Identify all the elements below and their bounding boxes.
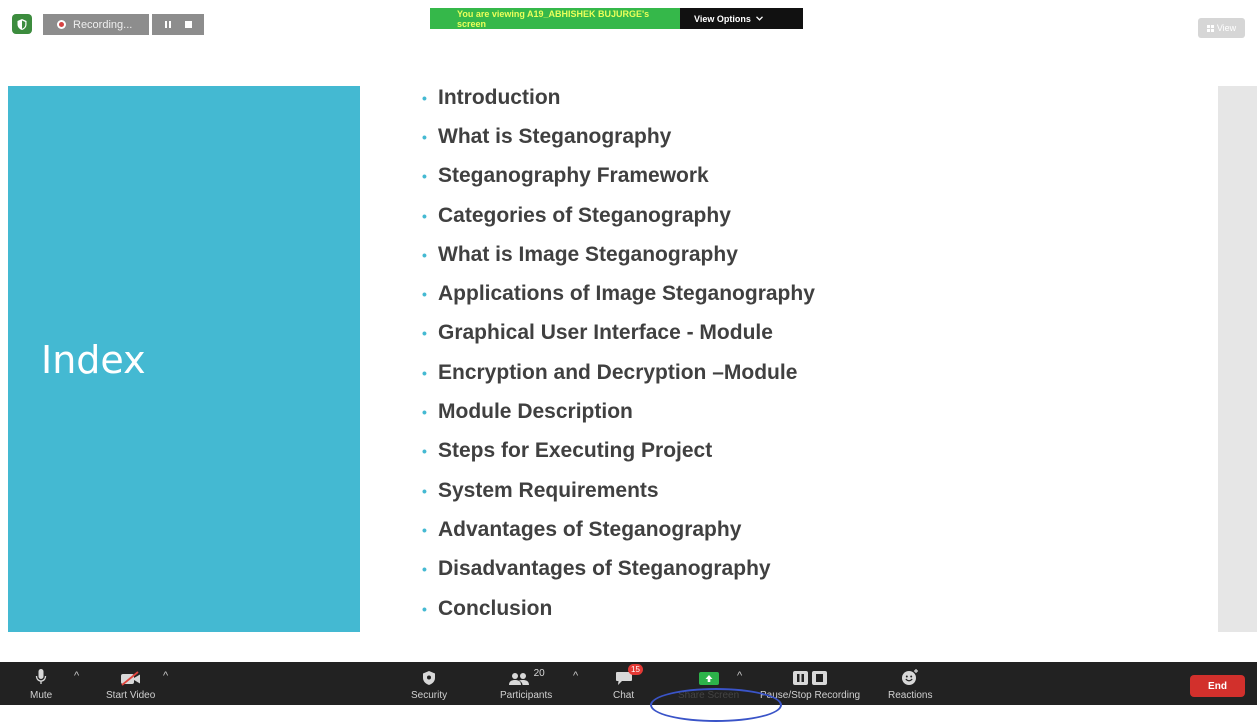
end-meeting-button[interactable]: End	[1190, 675, 1245, 697]
pause-icon[interactable]	[164, 21, 171, 28]
mute-label: Mute	[30, 690, 53, 701]
bullet-icon: •	[422, 561, 427, 578]
reactions-label: Reactions	[888, 690, 933, 701]
chat-badge: 15	[628, 664, 643, 675]
chat-label: Chat	[613, 690, 635, 701]
caret-up-icon[interactable]: ^	[573, 670, 578, 682]
list-item: • Categories of Steganography	[420, 196, 815, 235]
pause-stop-recording-label: Pause/Stop Recording	[760, 690, 861, 701]
list-item-text: Disadvantages of Steganography	[438, 557, 771, 581]
bullet-icon: •	[422, 482, 427, 499]
list-item: • Disadvantages of Steganography	[420, 550, 815, 589]
list-item-text: What is Image Steganography	[438, 242, 738, 266]
list-item: • What is Steganography	[420, 117, 815, 156]
list-item: • Advantages of Steganography	[420, 510, 815, 549]
participants-button[interactable]: 20 Participants	[500, 662, 552, 705]
bullet-icon: •	[422, 600, 427, 617]
list-item-text: Graphical User Interface - Module	[438, 321, 773, 345]
start-video-label: Start Video	[106, 690, 156, 701]
bullet-icon: •	[422, 207, 427, 224]
pause-stop-recording-icon	[793, 671, 828, 685]
pause-stop-recording-button[interactable]: Pause/Stop Recording	[760, 662, 860, 705]
stop-icon[interactable]	[184, 21, 192, 28]
chevron-down-icon	[755, 16, 763, 21]
list-item: • Applications of Image Steganography	[420, 274, 815, 313]
grid-icon	[1206, 24, 1214, 32]
recording-label: Recording...	[73, 18, 133, 31]
caret-up-icon[interactable]: ^	[737, 670, 742, 682]
viewing-notice: You are viewing A19_ABHISHEK BUJURGE's s…	[430, 8, 680, 29]
list-item: • System Requirements	[420, 471, 815, 510]
video-off-icon	[120, 671, 140, 686]
bullet-icon: •	[422, 325, 427, 342]
meeting-toolbar: Mute ^ Start Video ^ Security 20 Partici…	[0, 662, 1257, 705]
participants-icon	[508, 673, 529, 685]
list-item: • Encryption and Decryption –Module	[420, 353, 815, 392]
list-item-text: Advantages of Steganography	[438, 517, 742, 541]
recording-controls	[152, 14, 204, 35]
view-button[interactable]: View	[1198, 18, 1245, 38]
share-screen-button[interactable]: Share Screen	[678, 662, 739, 705]
list-item-text: Encryption and Decryption –Module	[438, 360, 798, 384]
reactions-button[interactable]: Reactions	[888, 662, 932, 705]
view-options-label: View Options	[694, 13, 751, 24]
security-label: Security	[411, 690, 448, 701]
slide-edge	[1218, 86, 1257, 632]
screen-share-banner: You are viewing A19_ABHISHEK BUJURGE's s…	[430, 8, 803, 29]
bullet-icon: •	[422, 443, 427, 460]
record-dot-icon	[57, 20, 66, 29]
bullet-icon: •	[422, 404, 427, 421]
view-options-button[interactable]: View Options	[680, 8, 803, 29]
list-item: • Conclusion	[420, 589, 815, 628]
bullet-icon: •	[422, 128, 427, 145]
share-screen-icon	[698, 672, 719, 685]
microphone-icon	[35, 669, 47, 684]
slide-title-panel: Index	[8, 86, 360, 632]
list-item-text: Steganography Framework	[438, 164, 709, 188]
start-video-button[interactable]: Start Video	[106, 662, 155, 705]
list-item-text: Applications of Image Steganography	[438, 282, 815, 306]
list-item: • Module Description	[420, 392, 815, 431]
mute-button[interactable]: Mute	[30, 662, 52, 705]
slide-title: Index	[41, 338, 146, 382]
participants-count: 20	[533, 668, 545, 679]
list-item-text: System Requirements	[438, 478, 659, 502]
index-list: • Introduction • What is Steganography • St…	[420, 78, 815, 628]
security-shield-icon[interactable]	[12, 14, 32, 34]
list-item-text: Module Description	[438, 400, 633, 424]
list-item-text: What is Steganography	[438, 124, 672, 148]
recording-indicator: Recording...	[43, 14, 149, 35]
bullet-icon: •	[422, 89, 427, 106]
caret-up-icon[interactable]: ^	[74, 670, 79, 682]
list-item-text: Conclusion	[438, 596, 553, 620]
view-button-label: View	[1216, 23, 1237, 33]
bullet-icon: •	[422, 364, 427, 381]
participants-label: Participants	[500, 690, 553, 701]
reactions-icon	[902, 669, 919, 685]
list-item: • Graphical User Interface - Module	[420, 314, 815, 353]
list-item: • Steps for Executing Project	[420, 432, 815, 471]
list-item-text: Categories of Steganography	[438, 203, 731, 227]
security-shield-icon	[423, 671, 436, 685]
bullet-icon: •	[422, 168, 427, 185]
list-item-text: Introduction	[438, 85, 561, 109]
share-screen-label: Share Screen	[678, 690, 740, 701]
list-item: • Steganography Framework	[420, 157, 815, 196]
security-button[interactable]: Security	[411, 662, 447, 705]
bullet-icon: •	[422, 286, 427, 303]
caret-up-icon[interactable]: ^	[163, 670, 168, 682]
bullet-icon: •	[422, 246, 427, 263]
list-item-text: Steps for Executing Project	[438, 439, 713, 463]
bullet-icon: •	[422, 521, 427, 538]
list-item: • What is Image Steganography	[420, 235, 815, 274]
list-item: • Introduction	[420, 78, 815, 117]
